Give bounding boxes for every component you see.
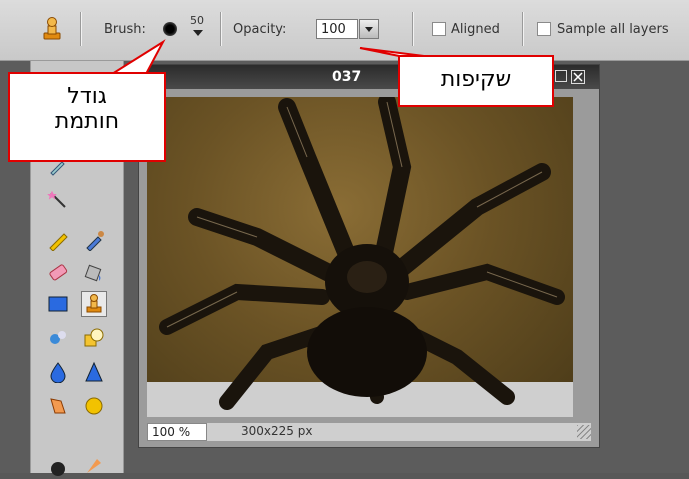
stamp-size-callout-line-1: גודל — [67, 84, 107, 109]
stamp-size-callout-line-2: חותמת — [54, 109, 120, 134]
opacity-callout: שקיפות — [398, 55, 554, 107]
opacity-callout-text: שקיפות — [440, 67, 512, 92]
stamp-size-callout-pointer — [108, 39, 166, 75]
stamp-size-callout: גודל חותמת — [8, 72, 166, 162]
callout-pointers — [108, 39, 433, 75]
